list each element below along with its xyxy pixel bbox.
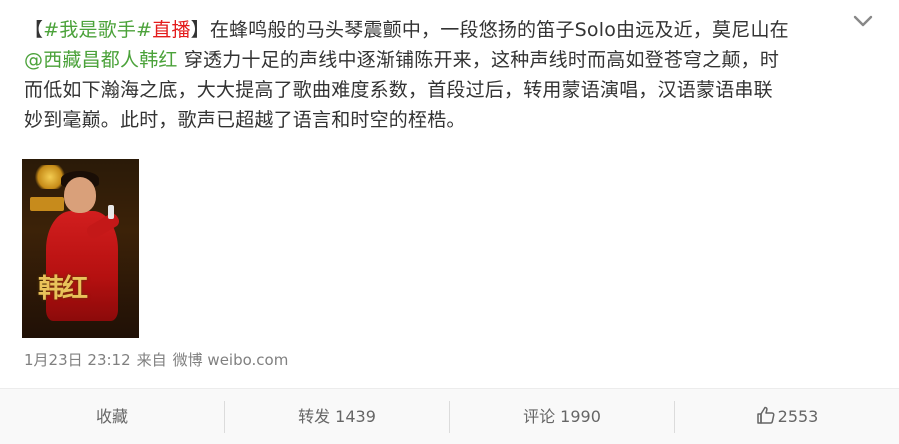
post-text-line-4: 妙到毫巅。此时，歌声已超越了语言和时空的桎梏。 [24, 105, 844, 135]
chevron-down-icon[interactable] [850, 10, 876, 32]
post-meta: 1月23日 23:12 来自 微博 weibo.com [24, 349, 288, 370]
thumbs-up-icon [756, 406, 775, 424]
live-link[interactable]: 直播 [152, 19, 190, 41]
post-text-segment: 而低如下瀚海之底，大大提高了歌曲难度系数，首段过后，转用蒙语演唱，汉语蒙语串联 [24, 79, 773, 101]
hashtag-link[interactable]: #我是歌手# [43, 19, 152, 41]
like-button[interactable]: 2553 [675, 389, 899, 444]
post-text-line-1: 【#我是歌手#直播】在蜂鸣般的马头琴震颤中，一段悠扬的笛子Solo由远及近，莫尼… [24, 15, 844, 45]
action-bar: 收藏 转发 1439 评论 1990 2553 [0, 388, 899, 444]
post-image-thumbnail[interactable]: 韩红 [22, 159, 139, 338]
image-caption: 韩红 [38, 274, 88, 304]
like-count: 2553 [777, 407, 819, 426]
comment-button[interactable]: 评论 1990 [450, 389, 674, 444]
repost-button[interactable]: 转发 1439 [225, 389, 449, 444]
favorite-button[interactable]: 收藏 [0, 389, 224, 444]
post-text: 【#我是歌手#直播】在蜂鸣般的马头琴震颤中，一段悠扬的笛子Solo由远及近，莫尼… [24, 15, 844, 135]
post-text-segment: 穿透力十足的声线中逐渐铺陈开来，这种声线时而高如登苍穹之颠，时 [177, 49, 780, 71]
singer-head [64, 177, 96, 213]
favorite-label: 收藏 [95, 407, 128, 426]
mention-link[interactable]: @西藏昌都人韩红 [24, 49, 178, 71]
post-time[interactable]: 1月23日 23:12 [24, 351, 131, 369]
microphone [108, 205, 114, 219]
post-source-link[interactable]: 微博 weibo.com [173, 351, 289, 369]
post-text-line-3: 而低如下瀚海之底，大大提高了歌曲难度系数，首段过后，转用蒙语演唱，汉语蒙语串联 [24, 75, 844, 105]
post-text-segment: 妙到毫巅。此时，歌声已超越了语言和时空的桎梏。 [24, 109, 466, 131]
show-tag [30, 197, 64, 211]
post-from-label: 来自 [136, 351, 167, 369]
post-text-segment: 】在蜂鸣般的马头琴震颤中，一段悠扬的笛子Solo由远及近，莫尼山在 [190, 19, 789, 41]
comment-label: 评论 1990 [523, 407, 601, 426]
post-text-line-2: @西藏昌都人韩红 穿透力十足的声线中逐渐铺陈开来，这种声线时而高如登苍穹之颠，时 [24, 45, 844, 75]
bracket-open: 【 [24, 19, 44, 41]
repost-label: 转发 1439 [298, 407, 376, 426]
weibo-post: 【#我是歌手#直播】在蜂鸣般的马头琴震颤中，一段悠扬的笛子Solo由远及近，莫尼… [0, 0, 899, 444]
